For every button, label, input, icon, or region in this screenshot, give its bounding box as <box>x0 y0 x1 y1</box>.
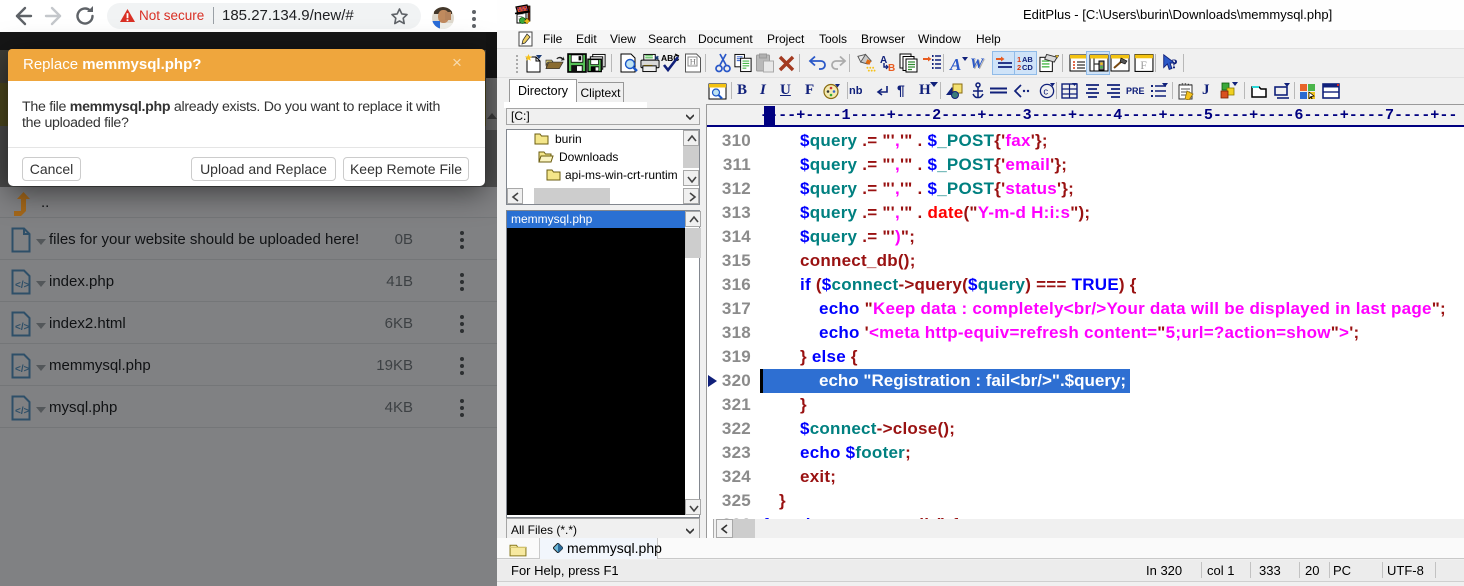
svg-text:</>: </> <box>15 364 30 375</box>
svg-text:2: 2 <box>1017 63 1021 72</box>
svg-text:W: W <box>971 56 985 72</box>
svg-text:</>: </> <box>15 322 30 333</box>
svg-text:F: F <box>1140 59 1147 72</box>
svg-text:?: ? <box>1171 56 1178 71</box>
svg-text:</>: </> <box>15 280 30 291</box>
svg-text:A: A <box>949 55 961 73</box>
svg-text:H: H <box>690 57 696 67</box>
svg-text:c: c <box>1043 86 1048 97</box>
svg-text:</>: </> <box>15 406 30 417</box>
svg-text:B: B <box>888 63 895 73</box>
svg-text:CD: CD <box>1022 63 1033 72</box>
